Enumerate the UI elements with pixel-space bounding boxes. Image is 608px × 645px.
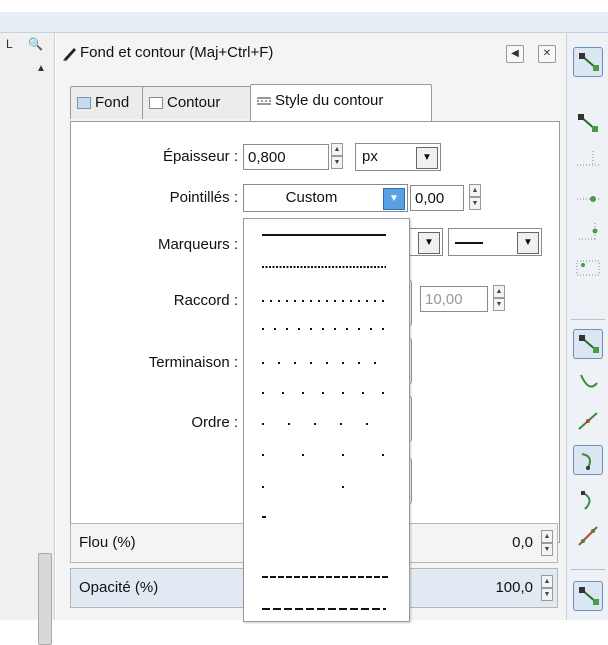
diagonal-icon[interactable] (573, 521, 603, 551)
width-spinner[interactable]: ▲ ▼ (331, 143, 343, 171)
node-select-3-icon[interactable] (573, 581, 603, 611)
scrollbar-thumb[interactable] (38, 553, 52, 645)
dash-dropdown (243, 218, 410, 622)
toolbar-separator (571, 569, 605, 570)
chevron-down-icon: ▼ (416, 147, 438, 169)
left-ruler: L 🔍 ▲ (0, 33, 55, 645)
curve-selected-icon[interactable] (573, 445, 603, 475)
blur-value[interactable]: 0,0 (512, 534, 533, 551)
tab-label: Style du contour (275, 92, 384, 109)
marker-line-icon (455, 242, 483, 244)
marker-start-select[interactable]: ▼ (405, 228, 443, 256)
fill-tab-icon (77, 97, 91, 109)
cap-label: Terminaison : (148, 354, 238, 371)
collapse-button[interactable]: ◀ (506, 45, 524, 63)
dash-offset-input[interactable]: 0,00 (410, 185, 464, 211)
chevron-down-icon: ▼ (517, 232, 539, 254)
miter-spinner[interactable]: ▲ ▼ (493, 285, 505, 313)
dialog-titlebar: Fond et contour (Maj+Ctrl+F) ◀ ✕ (58, 41, 564, 65)
miter-input[interactable]: 10,00 (420, 286, 488, 312)
node-dotted-icon[interactable] (573, 145, 603, 175)
dash-value: Custom (285, 189, 338, 206)
curve-2-icon[interactable] (573, 485, 603, 515)
scroll-up-icon[interactable]: ▲ (36, 63, 46, 74)
join-label: Raccord : (173, 292, 238, 309)
opacity-label: Opacité (%) (79, 579, 159, 596)
node-center-2-icon[interactable] (573, 253, 603, 283)
zoom-icon[interactable]: 🔍 (28, 37, 43, 51)
stroke-paint-tab-icon (149, 97, 163, 109)
order-label: Ordre : (191, 414, 238, 431)
right-toolbar (566, 33, 608, 620)
curve-icon[interactable] (573, 369, 603, 399)
toolbar-separator (571, 319, 605, 320)
tab-label: Contour (167, 94, 221, 111)
fill-stroke-icon (63, 48, 76, 61)
blur-label: Flou (%) (79, 534, 136, 551)
node-select-icon[interactable] (573, 47, 603, 77)
opacity-spinner[interactable]: ▲ ▼ (541, 575, 553, 603)
chevron-down-icon: ▼ (418, 232, 440, 254)
dialog-title: Fond et contour (Maj+Ctrl+F) (80, 44, 274, 61)
node-snap-icon[interactable] (573, 179, 603, 209)
width-input[interactable]: 0,800 (243, 144, 329, 170)
blur-spinner[interactable]: ▲ ▼ (541, 530, 553, 558)
marker-mid-select[interactable]: ▼ (448, 228, 542, 256)
dash-label: Pointillés : (169, 189, 238, 206)
unit-value: px (362, 148, 378, 165)
menubar (0, 12, 608, 33)
node-center-icon[interactable] (573, 217, 603, 247)
tab-stroke-style[interactable]: Style du contour (250, 84, 432, 121)
line-icon[interactable] (573, 405, 603, 435)
dash-options (262, 234, 390, 610)
dash-offset-spinner[interactable]: ▲ ▼ (469, 184, 481, 212)
tab-label: Fond (95, 94, 130, 111)
chevron-down-icon: ▼ (383, 188, 405, 210)
markers-label: Marqueurs : (157, 236, 238, 253)
node-select-2-icon[interactable] (573, 329, 603, 359)
node-icon[interactable] (573, 109, 603, 139)
ruler-mark: L (6, 37, 13, 51)
width-label: Épaisseur : (162, 148, 238, 165)
stroke-style-tab-icon (257, 97, 271, 105)
opacity-value[interactable]: 100,0 (495, 579, 533, 596)
close-button[interactable]: ✕ (538, 45, 556, 63)
dash-select[interactable]: Custom ▼ (243, 184, 408, 212)
unit-select[interactable]: px ▼ (355, 143, 441, 171)
